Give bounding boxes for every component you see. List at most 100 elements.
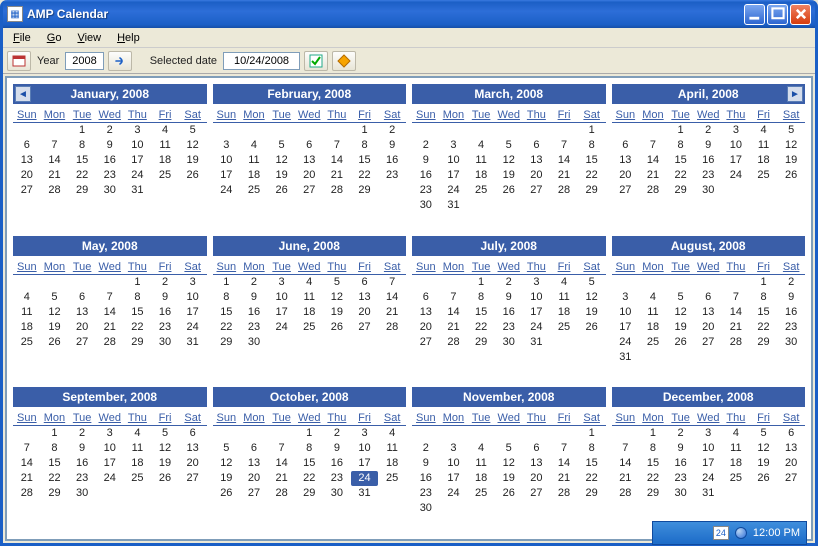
day-cell[interactable]: 12 [323,290,351,305]
day-cell[interactable]: 28 [323,183,351,198]
day-cell[interactable]: 20 [351,305,379,320]
menu-view[interactable]: View [69,30,109,46]
day-cell[interactable]: 4 [13,290,41,305]
day-cell[interactable]: 18 [151,153,179,168]
day-cell[interactable]: 8 [578,138,606,153]
day-cell[interactable]: 23 [151,320,179,335]
day-cell[interactable]: 9 [240,290,268,305]
day-cell[interactable]: 20 [13,168,41,183]
day-cell[interactable]: 20 [412,320,440,335]
day-cell[interactable]: 19 [495,471,523,486]
day-cell[interactable]: 13 [13,153,41,168]
next-year-button[interactable]: ► [787,86,803,102]
minimize-button[interactable] [744,4,765,25]
day-cell[interactable]: 12 [777,138,805,153]
day-cell[interactable]: 27 [351,320,379,335]
day-cell[interactable]: 20 [68,320,96,335]
day-cell[interactable]: 10 [440,456,468,471]
day-cell[interactable]: 23 [412,486,440,501]
day-cell[interactable]: 1 [467,275,495,290]
day-cell[interactable]: 18 [13,320,41,335]
day-cell[interactable]: 28 [639,183,667,198]
day-cell[interactable]: 14 [378,290,406,305]
day-cell[interactable]: 2 [68,426,96,441]
day-cell[interactable]: 21 [440,320,468,335]
tray-clock[interactable]: 12:00 PM [753,527,800,539]
day-cell[interactable]: 21 [41,168,69,183]
day-cell[interactable]: 23 [495,320,523,335]
warning-button[interactable] [332,51,356,71]
day-cell[interactable]: 22 [351,168,379,183]
day-cell[interactable]: 16 [378,153,406,168]
day-cell[interactable]: 13 [68,305,96,320]
day-cell[interactable]: 18 [124,456,152,471]
day-cell[interactable]: 26 [151,471,179,486]
day-cell[interactable]: 2 [412,441,440,456]
day-cell[interactable]: 2 [96,123,124,138]
day-cell[interactable]: 14 [550,153,578,168]
day-cell[interactable]: 18 [467,471,495,486]
day-cell[interactable]: 8 [639,441,667,456]
day-cell[interactable]: 25 [550,320,578,335]
day-cell[interactable]: 30 [240,335,268,350]
day-cell[interactable]: 27 [240,486,268,501]
day-cell[interactable]: 26 [323,320,351,335]
tray-network-icon[interactable] [735,527,747,539]
day-cell[interactable]: 7 [323,138,351,153]
day-cell[interactable]: 4 [639,290,667,305]
day-cell[interactable]: 1 [351,123,379,138]
day-cell[interactable]: 30 [412,501,440,516]
day-cell[interactable]: 4 [467,138,495,153]
day-cell[interactable]: 28 [440,335,468,350]
day-cell[interactable]: 19 [667,320,695,335]
day-cell[interactable]: 9 [151,290,179,305]
day-cell[interactable]: 27 [612,183,640,198]
day-cell[interactable]: 5 [578,275,606,290]
day-cell[interactable]: 19 [41,320,69,335]
day-cell[interactable]: 10 [612,305,640,320]
day-cell[interactable]: 8 [667,138,695,153]
day-cell[interactable]: 10 [96,441,124,456]
day-cell[interactable]: 19 [323,305,351,320]
day-cell[interactable]: 31 [124,183,152,198]
day-cell[interactable]: 7 [639,138,667,153]
calendar-icon-button[interactable] [7,51,31,71]
day-cell[interactable]: 16 [412,471,440,486]
day-cell[interactable]: 4 [550,275,578,290]
day-cell[interactable]: 16 [151,305,179,320]
day-cell[interactable]: 28 [550,486,578,501]
day-cell[interactable]: 6 [412,290,440,305]
day-cell[interactable]: 9 [495,290,523,305]
day-cell[interactable]: 5 [495,441,523,456]
day-cell[interactable]: 7 [268,441,296,456]
day-cell[interactable]: 16 [495,305,523,320]
day-cell[interactable]: 3 [351,426,379,441]
day-cell[interactable]: 26 [777,168,805,183]
day-cell[interactable]: 12 [151,441,179,456]
selected-date-display[interactable]: 10/24/2008 [223,52,300,70]
day-cell[interactable]: 28 [268,486,296,501]
day-cell[interactable]: 15 [750,305,778,320]
day-cell[interactable]: 16 [694,153,722,168]
day-cell[interactable]: 30 [96,183,124,198]
day-cell[interactable]: 25 [124,471,152,486]
day-cell[interactable]: 20 [777,456,805,471]
day-cell[interactable]: 5 [750,426,778,441]
day-cell[interactable]: 12 [495,153,523,168]
day-cell[interactable]: 20 [694,320,722,335]
day-cell[interactable]: 20 [523,471,551,486]
day-cell[interactable]: 21 [323,168,351,183]
day-cell[interactable]: 14 [13,456,41,471]
day-cell[interactable]: 30 [151,335,179,350]
close-button[interactable] [790,4,811,25]
day-cell[interactable]: 1 [639,426,667,441]
day-cell[interactable]: 29 [467,335,495,350]
day-cell[interactable]: 17 [268,305,296,320]
day-cell[interactable]: 28 [378,320,406,335]
day-cell[interactable]: 8 [467,290,495,305]
day-cell[interactable]: 15 [295,456,323,471]
day-cell[interactable]: 5 [151,426,179,441]
confirm-button[interactable] [304,51,328,71]
day-cell[interactable]: 4 [124,426,152,441]
day-cell[interactable]: 24 [722,168,750,183]
